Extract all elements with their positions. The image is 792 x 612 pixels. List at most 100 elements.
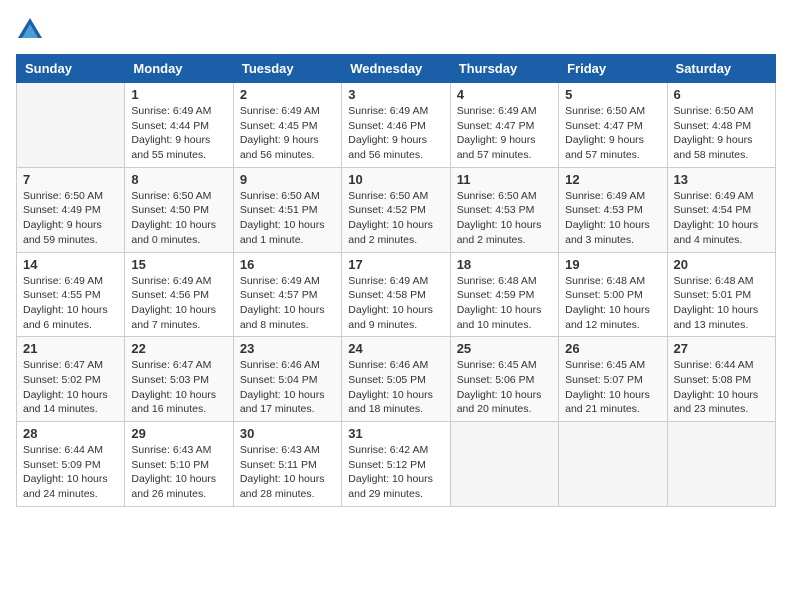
calendar-table: SundayMondayTuesdayWednesdayThursdayFrid… <box>16 54 776 507</box>
day-info: Sunrise: 6:50 AMSunset: 4:53 PMDaylight:… <box>457 189 552 248</box>
calendar-day-cell: 23 Sunrise: 6:46 AMSunset: 5:04 PMDayligh… <box>233 337 341 422</box>
day-number: 7 <box>23 172 118 187</box>
calendar-day-cell: 9Sunrise: 6:50 AMSunset: 4:51 PMDaylight… <box>233 167 341 252</box>
weekday-header: Tuesday <box>233 55 341 83</box>
calendar-week-row: 28 Sunrise: 6:44 AMSunset: 5:09 PMDayligh… <box>17 422 776 507</box>
calendar-day-cell: 12Sunrise: 6:49 AMSunset: 4:53 PMDayligh… <box>559 167 667 252</box>
day-info: Sunrise: 6:48 AMSunset: 5:00 PMDaylight:… <box>565 274 660 333</box>
day-info: Sunrise: 6:49 AMSunset: 4:58 PMDaylight:… <box>348 274 443 333</box>
day-number: 6 <box>674 87 769 102</box>
day-number: 27 <box>674 341 769 356</box>
calendar-week-row: 1 Sunrise: 6:49 AMSunset: 4:44 PMDaylight… <box>17 83 776 168</box>
calendar-day-cell: 17 Sunrise: 6:49 AMSunset: 4:58 PMDayligh… <box>342 252 450 337</box>
day-number: 20 <box>674 257 769 272</box>
calendar-day-cell <box>17 83 125 168</box>
day-number: 2 <box>240 87 335 102</box>
day-number: 12 <box>565 172 660 187</box>
calendar-day-cell: 29 Sunrise: 6:43 AMSunset: 5:10 PMDayligh… <box>125 422 233 507</box>
calendar-day-cell: 14 Sunrise: 6:49 AMSunset: 4:55 PMDayligh… <box>17 252 125 337</box>
calendar-day-cell: 2 Sunrise: 6:49 AMSunset: 4:45 PMDaylight… <box>233 83 341 168</box>
calendar-day-cell: 21 Sunrise: 6:47 AMSunset: 5:02 PMDayligh… <box>17 337 125 422</box>
calendar-day-cell: 25 Sunrise: 6:45 AMSunset: 5:06 PMDayligh… <box>450 337 558 422</box>
calendar-day-cell: 16Sunrise: 6:49 AMSunset: 4:57 PMDayligh… <box>233 252 341 337</box>
calendar-day-cell: 8 Sunrise: 6:50 AMSunset: 4:50 PMDaylight… <box>125 167 233 252</box>
calendar-day-cell <box>450 422 558 507</box>
day-number: 28 <box>23 426 118 441</box>
calendar-day-cell: 3 Sunrise: 6:49 AMSunset: 4:46 PMDaylight… <box>342 83 450 168</box>
day-info: Sunrise: 6:48 AMSunset: 4:59 PMDaylight:… <box>457 274 552 333</box>
weekday-header: Saturday <box>667 55 775 83</box>
day-number: 19 <box>565 257 660 272</box>
day-number: 9 <box>240 172 335 187</box>
day-info: Sunrise: 6:44 AMSunset: 5:09 PMDaylight:… <box>23 443 118 502</box>
day-info: Sunrise: 6:47 AMSunset: 5:03 PMDaylight:… <box>131 358 226 417</box>
calendar-day-cell: 27 Sunrise: 6:44 AMSunset: 5:08 PMDayligh… <box>667 337 775 422</box>
calendar-day-cell: 13Sunrise: 6:49 AMSunset: 4:54 PMDayligh… <box>667 167 775 252</box>
day-info: Sunrise: 6:47 AMSunset: 5:02 PMDaylight:… <box>23 358 118 417</box>
calendar-day-cell: 30 Sunrise: 6:43 AMSunset: 5:11 PMDayligh… <box>233 422 341 507</box>
day-number: 31 <box>348 426 443 441</box>
day-number: 13 <box>674 172 769 187</box>
logo-icon <box>16 16 44 44</box>
day-number: 30 <box>240 426 335 441</box>
calendar-day-cell: 5 Sunrise: 6:50 AMSunset: 4:47 PMDaylight… <box>559 83 667 168</box>
day-number: 10 <box>348 172 443 187</box>
day-number: 11 <box>457 172 552 187</box>
day-number: 3 <box>348 87 443 102</box>
day-info: Sunrise: 6:43 AMSunset: 5:10 PMDaylight:… <box>131 443 226 502</box>
day-number: 22 <box>131 341 226 356</box>
calendar-day-cell: 26 Sunrise: 6:45 AMSunset: 5:07 PMDayligh… <box>559 337 667 422</box>
day-info: Sunrise: 6:50 AMSunset: 4:52 PMDaylight:… <box>348 189 443 248</box>
day-number: 25 <box>457 341 552 356</box>
day-info: Sunrise: 6:49 AMSunset: 4:46 PMDaylight:… <box>348 104 443 163</box>
day-number: 1 <box>131 87 226 102</box>
calendar-day-cell: 20Sunrise: 6:48 AMSunset: 5:01 PMDayligh… <box>667 252 775 337</box>
day-info: Sunrise: 6:46 AMSunset: 5:04 PMDaylight:… <box>240 358 335 417</box>
day-number: 21 <box>23 341 118 356</box>
day-info: Sunrise: 6:49 AMSunset: 4:55 PMDaylight:… <box>23 274 118 333</box>
day-number: 29 <box>131 426 226 441</box>
calendar-header: SundayMondayTuesdayWednesdayThursdayFrid… <box>17 55 776 83</box>
weekday-header: Wednesday <box>342 55 450 83</box>
day-info: Sunrise: 6:49 AMSunset: 4:44 PMDaylight:… <box>131 104 226 163</box>
day-info: Sunrise: 6:50 AMSunset: 4:50 PMDaylight:… <box>131 189 226 248</box>
day-info: Sunrise: 6:44 AMSunset: 5:08 PMDaylight:… <box>674 358 769 417</box>
calendar-day-cell: 22 Sunrise: 6:47 AMSunset: 5:03 PMDayligh… <box>125 337 233 422</box>
day-info: Sunrise: 6:50 AMSunset: 4:47 PMDaylight:… <box>565 104 660 163</box>
day-info: Sunrise: 6:50 AMSunset: 4:49 PMDaylight:… <box>23 189 118 248</box>
calendar-week-row: 21 Sunrise: 6:47 AMSunset: 5:02 PMDayligh… <box>17 337 776 422</box>
calendar-day-cell <box>667 422 775 507</box>
weekday-row: SundayMondayTuesdayWednesdayThursdayFrid… <box>17 55 776 83</box>
weekday-header: Friday <box>559 55 667 83</box>
calendar-day-cell: 11 Sunrise: 6:50 AMSunset: 4:53 PMDayligh… <box>450 167 558 252</box>
day-info: Sunrise: 6:49 AMSunset: 4:57 PMDaylight:… <box>240 274 335 333</box>
day-number: 14 <box>23 257 118 272</box>
day-number: 17 <box>348 257 443 272</box>
day-info: Sunrise: 6:49 AMSunset: 4:45 PMDaylight:… <box>240 104 335 163</box>
calendar-week-row: 7 Sunrise: 6:50 AMSunset: 4:49 PMDaylight… <box>17 167 776 252</box>
calendar-day-cell: 10 Sunrise: 6:50 AMSunset: 4:52 PMDayligh… <box>342 167 450 252</box>
day-info: Sunrise: 6:45 AMSunset: 5:07 PMDaylight:… <box>565 358 660 417</box>
day-number: 24 <box>348 341 443 356</box>
day-number: 5 <box>565 87 660 102</box>
day-number: 26 <box>565 341 660 356</box>
day-number: 4 <box>457 87 552 102</box>
calendar-day-cell: 1 Sunrise: 6:49 AMSunset: 4:44 PMDaylight… <box>125 83 233 168</box>
calendar-day-cell: 4 Sunrise: 6:49 AMSunset: 4:47 PMDaylight… <box>450 83 558 168</box>
calendar-day-cell: 15Sunrise: 6:49 AMSunset: 4:56 PMDayligh… <box>125 252 233 337</box>
weekday-header: Sunday <box>17 55 125 83</box>
calendar-week-row: 14 Sunrise: 6:49 AMSunset: 4:55 PMDayligh… <box>17 252 776 337</box>
calendar-day-cell: 24Sunrise: 6:46 AMSunset: 5:05 PMDayligh… <box>342 337 450 422</box>
calendar-day-cell: 28 Sunrise: 6:44 AMSunset: 5:09 PMDayligh… <box>17 422 125 507</box>
day-number: 18 <box>457 257 552 272</box>
calendar-day-cell: 31Sunrise: 6:42 AMSunset: 5:12 PMDayligh… <box>342 422 450 507</box>
calendar-day-cell: 6Sunrise: 6:50 AMSunset: 4:48 PMDaylight… <box>667 83 775 168</box>
day-number: 8 <box>131 172 226 187</box>
day-info: Sunrise: 6:43 AMSunset: 5:11 PMDaylight:… <box>240 443 335 502</box>
weekday-header: Monday <box>125 55 233 83</box>
calendar-body: 1 Sunrise: 6:49 AMSunset: 4:44 PMDaylight… <box>17 83 776 507</box>
day-number: 15 <box>131 257 226 272</box>
day-info: Sunrise: 6:45 AMSunset: 5:06 PMDaylight:… <box>457 358 552 417</box>
day-number: 23 <box>240 341 335 356</box>
day-info: Sunrise: 6:49 AMSunset: 4:47 PMDaylight:… <box>457 104 552 163</box>
